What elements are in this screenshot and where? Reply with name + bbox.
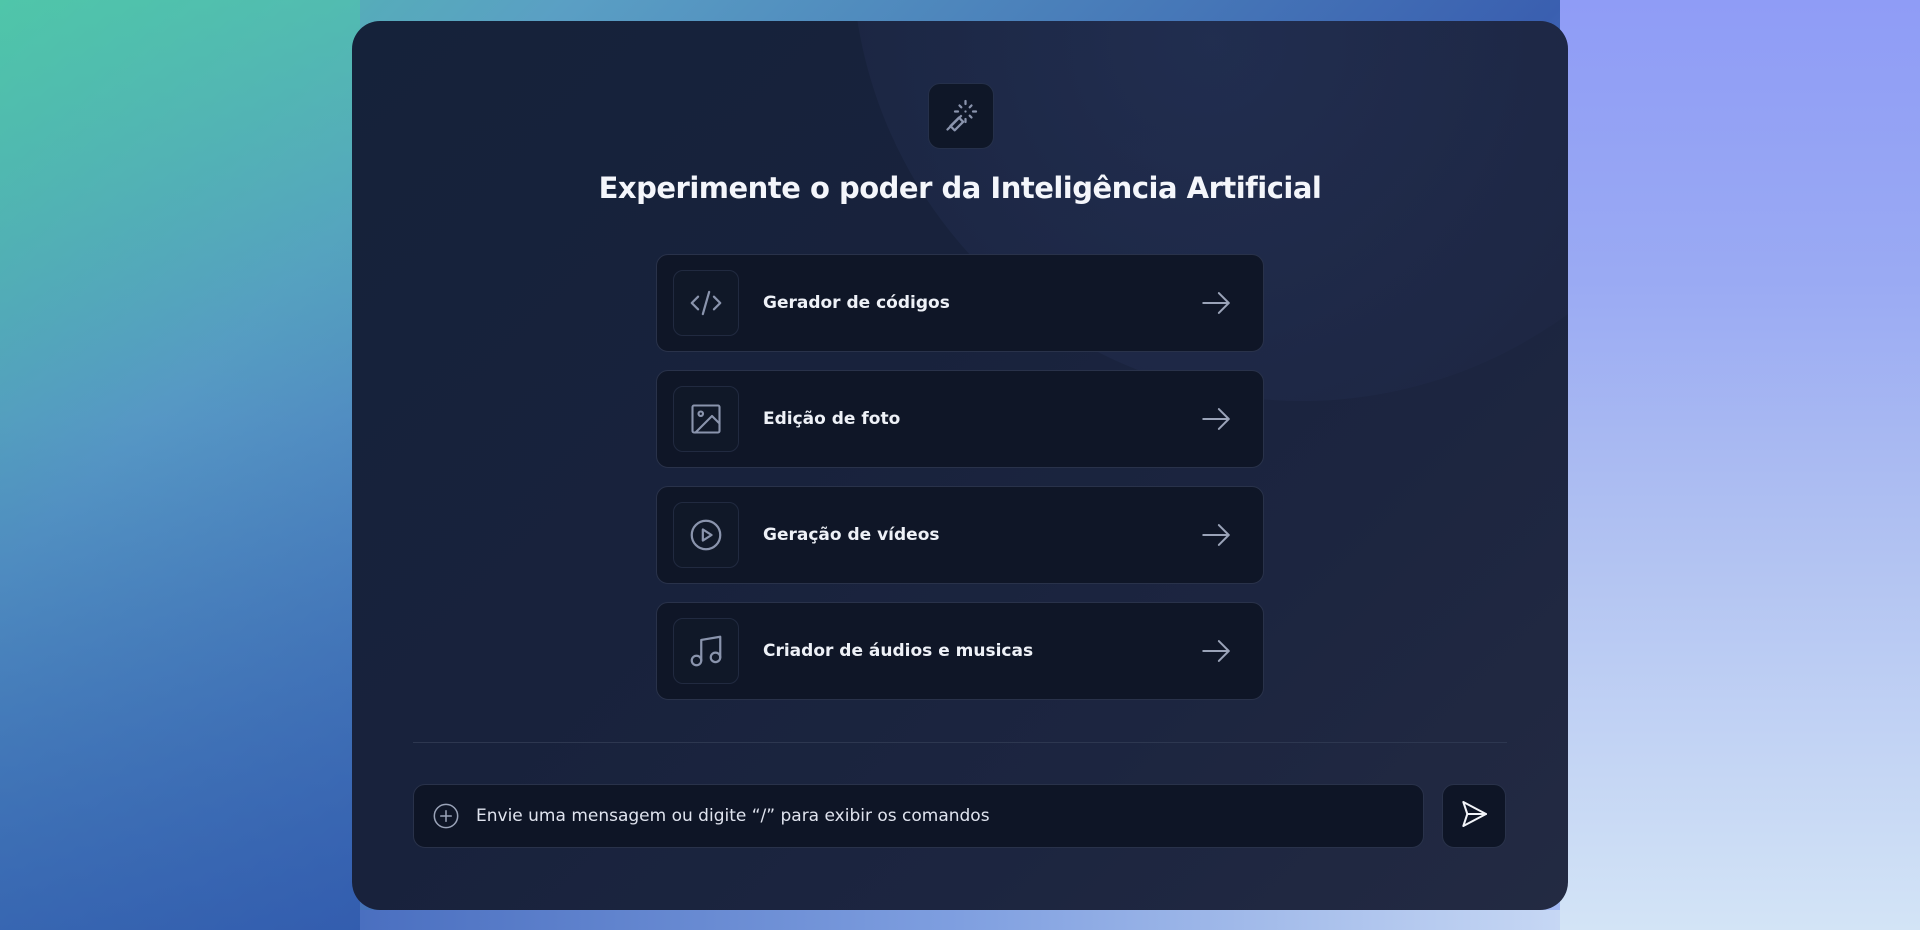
plus-circle-icon[interactable] [432,802,460,830]
magic-wand-icon [928,83,994,149]
image-icon [673,386,739,452]
send-button[interactable] [1442,784,1506,848]
arrow-right-icon [1199,402,1233,436]
option-audio-music-creator[interactable]: Criador de áudios e musicas [656,602,1264,700]
arrow-right-icon [1199,518,1233,552]
background-bottom [360,910,1560,930]
send-icon [1458,798,1490,834]
option-label: Edição de foto [763,409,901,429]
option-label: Geração de vídeos [763,525,940,545]
music-note-icon [673,618,739,684]
play-circle-icon [673,502,739,568]
option-video-generation[interactable]: Geração de vídeos [656,486,1264,584]
background-left [0,0,360,930]
message-input[interactable] [474,805,1423,827]
message-composer [413,784,1424,848]
arrow-right-icon [1199,286,1233,320]
arrow-right-icon [1199,634,1233,668]
ai-assistant-card: Experimente o poder da Inteligência Arti… [352,21,1568,910]
option-photo-editing[interactable]: Edição de foto [656,370,1264,468]
option-label: Criador de áudios e musicas [763,641,1034,661]
divider [413,742,1507,743]
page-title: Experimente o poder da Inteligência Arti… [598,171,1322,205]
background-right [1560,0,1920,930]
option-label: Gerador de códigos [763,293,950,313]
code-icon [673,270,739,336]
option-code-generator[interactable]: Gerador de códigos [656,254,1264,352]
options-list: Gerador de códigos Edição de foto Geraçã… [656,254,1264,718]
